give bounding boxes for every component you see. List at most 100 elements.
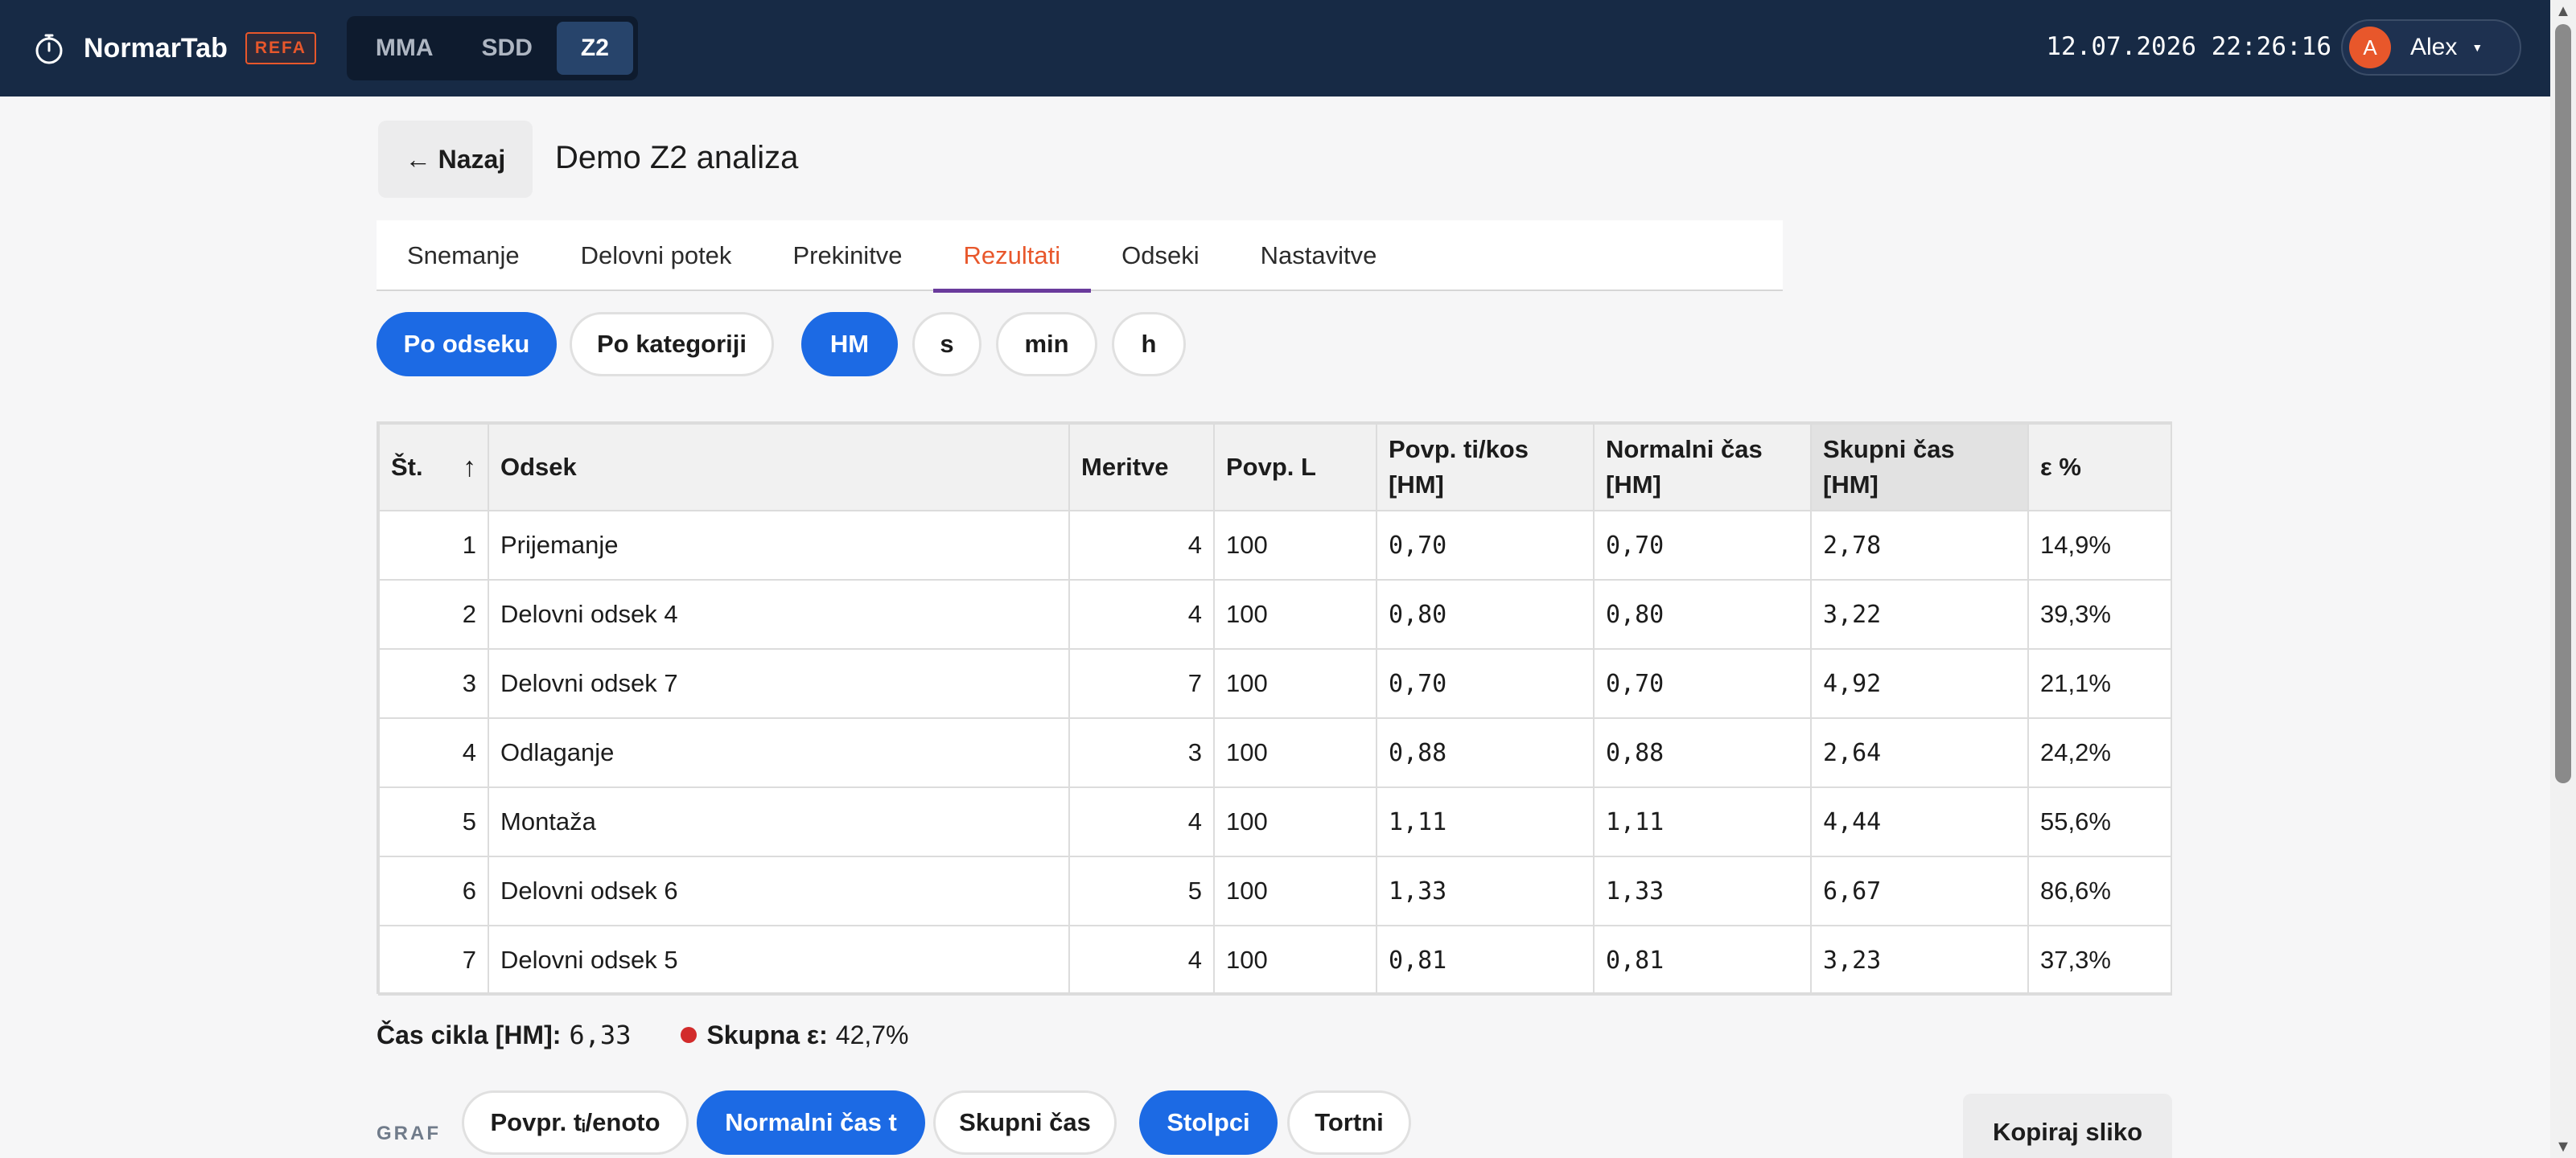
table-row[interactable]: 6 Delovni odsek 6 5 100 1,33 1,33 6,67 86,6% xyxy=(378,856,2172,926)
graph-metric-normal-button[interactable]: Normalni čas t xyxy=(697,1090,925,1155)
avatar: A xyxy=(2349,27,2391,68)
view-by-section-button[interactable]: Po odseku xyxy=(377,312,557,376)
cell-measurements: 4 xyxy=(1068,925,1215,996)
back-button[interactable]: ← Nazaj xyxy=(378,121,533,198)
table-row[interactable]: 1 Prijemanje 4 100 0,70 0,70 2,78 14,9% xyxy=(378,510,2172,581)
cell-avg-ti: 1,11 xyxy=(1376,786,1595,857)
cell-num: 2 xyxy=(378,579,489,650)
group-eps-label: Skupna ε: xyxy=(706,1020,828,1049)
view-by-category-button[interactable]: Po kategoriji xyxy=(570,312,774,376)
col-header-section[interactable]: Odsek xyxy=(488,423,1070,511)
cycle-time-value: 6,33 xyxy=(569,1020,632,1050)
cell-num: 5 xyxy=(378,786,489,857)
col-header-normal[interactable]: Normalni čas [HM] xyxy=(1593,423,1812,511)
top-bar: NormarTab REFA MMA SDD Z2 12.07.2026 22:… xyxy=(0,0,2550,96)
tab-rezultati[interactable]: Rezultati xyxy=(932,220,1092,293)
mode-sdd[interactable]: SDD xyxy=(458,22,557,75)
cell-num: 4 xyxy=(378,717,489,788)
cell-eps: 39,3% xyxy=(2027,579,2172,650)
cell-num: 7 xyxy=(378,925,489,996)
cell-avg-l: 100 xyxy=(1213,856,1377,926)
cell-eps: 37,3% xyxy=(2027,925,2172,996)
caret-down-icon: ▼ xyxy=(2471,41,2483,54)
cell-eps: 21,1% xyxy=(2027,648,2172,719)
unit-s-button[interactable]: s xyxy=(912,312,981,376)
cell-avg-l: 100 xyxy=(1213,786,1377,857)
col-header-avg-l[interactable]: Povp. L xyxy=(1213,423,1377,511)
mode-z2[interactable]: Z2 xyxy=(556,22,633,75)
cell-section: Odlaganje xyxy=(488,717,1070,788)
tab-snemanje[interactable]: Snemanje xyxy=(377,220,550,291)
cell-normal: 1,11 xyxy=(1593,786,1812,857)
unit-hm-button[interactable]: HM xyxy=(801,312,898,376)
cell-avg-l: 100 xyxy=(1213,579,1377,650)
cell-section: Delovni odsek 6 xyxy=(488,856,1070,926)
mode-switcher: MMA SDD Z2 xyxy=(346,16,638,80)
cell-avg-l: 100 xyxy=(1213,717,1377,788)
cell-avg-ti: 0,88 xyxy=(1376,717,1595,788)
table-row[interactable]: 4 Odlaganje 3 100 0,88 0,88 2,64 24,2% xyxy=(378,717,2172,788)
stopwatch-icon xyxy=(35,34,63,64)
col-avg-ti-label: Povp. ti/kos xyxy=(1389,435,1529,463)
summary-line: Čas cikla [HM]: 6,33 Skupna ε: 42,7% xyxy=(377,1020,909,1050)
col-header-avg-ti[interactable]: Povp. ti/kos [HM] xyxy=(1376,423,1595,511)
cell-eps: 24,2% xyxy=(2027,717,2172,788)
scrollbar-thumb[interactable] xyxy=(2555,24,2571,783)
cell-normal: 0,70 xyxy=(1593,648,1812,719)
graph-type-pie-button[interactable]: Tortni xyxy=(1287,1090,1411,1155)
cell-avg-l: 100 xyxy=(1213,510,1377,581)
graph-type-bars-button[interactable]: Stolpci xyxy=(1139,1090,1278,1155)
cell-avg-ti: 0,80 xyxy=(1376,579,1595,650)
col-normal-unit: [HM] xyxy=(1606,470,1661,499)
scroll-down-arrow-icon[interactable]: ▼ xyxy=(2550,1135,2576,1158)
sort-ascending-icon[interactable]: ↑ xyxy=(463,450,476,485)
cell-measurements: 5 xyxy=(1068,856,1215,926)
unit-h-button[interactable]: h xyxy=(1112,312,1186,376)
user-menu[interactable]: A Alex ▼ xyxy=(2341,19,2521,76)
graph-metric-total-button[interactable]: Skupni čas xyxy=(933,1090,1117,1155)
scroll-up-arrow-icon[interactable]: ▲ xyxy=(2550,0,2576,23)
col-header-total[interactable]: Skupni čas [HM] xyxy=(1810,423,2029,511)
brand[interactable]: NormarTab REFA xyxy=(32,31,316,65)
graph-metric-avg-button[interactable]: Povpr. tᵢ/enoto xyxy=(462,1090,689,1155)
cell-normal: 0,88 xyxy=(1593,717,1812,788)
graph-section-label: GRAF xyxy=(377,1123,441,1144)
cell-section: Prijemanje xyxy=(488,510,1070,581)
table-row[interactable]: 3 Delovni odsek 7 7 100 0,70 0,70 4,92 21,1% xyxy=(378,648,2172,719)
table-row[interactable]: 2 Delovni odsek 4 4 100 0,80 0,80 3,22 39,3% xyxy=(378,579,2172,650)
cell-avg-ti: 0,70 xyxy=(1376,648,1595,719)
tab-prekinitve[interactable]: Prekinitve xyxy=(762,220,932,291)
page-title: Demo Z2 analiza xyxy=(555,140,799,175)
col-header-num[interactable]: Št. ↑ xyxy=(378,423,489,511)
cell-avg-l: 100 xyxy=(1213,648,1377,719)
cell-total: 3,23 xyxy=(1810,925,2029,996)
cell-num: 3 xyxy=(378,648,489,719)
cell-eps: 55,6% xyxy=(2027,786,2172,857)
tab-odseki[interactable]: Odseki xyxy=(1091,220,1229,291)
cell-section: Delovni odsek 4 xyxy=(488,579,1070,650)
cell-total: 2,78 xyxy=(1810,510,2029,581)
cell-normal: 0,80 xyxy=(1593,579,1812,650)
mode-mma[interactable]: MMA xyxy=(352,22,458,75)
col-avg-ti-unit: [HM] xyxy=(1389,470,1444,499)
cell-eps: 14,9% xyxy=(2027,510,2172,581)
cell-normal: 1,33 xyxy=(1593,856,1812,926)
copy-image-button[interactable]: Kopiraj sliko xyxy=(1963,1094,2172,1158)
cell-total: 3,22 xyxy=(1810,579,2029,650)
refa-badge: REFA xyxy=(245,32,316,64)
cell-total: 6,67 xyxy=(1810,856,2029,926)
page-scrollbar[interactable]: ▲ ▼ xyxy=(2550,0,2576,1158)
col-header-measurements[interactable]: Meritve xyxy=(1068,423,1215,511)
cell-avg-ti: 0,81 xyxy=(1376,925,1595,996)
unit-min-button[interactable]: min xyxy=(996,312,1097,376)
tab-nastavitve[interactable]: Nastavitve xyxy=(1230,220,1408,291)
cell-normal: 0,70 xyxy=(1593,510,1812,581)
results-table: Št. ↑ Odsek Meritve Povp. L Povp. ti/kos [… xyxy=(377,421,2172,996)
tab-delovni-potek[interactable]: Delovni potek xyxy=(550,220,763,291)
col-num-label: Št. xyxy=(391,453,423,481)
cell-section: Montaža xyxy=(488,786,1070,857)
table-row[interactable]: 7 Delovni odsek 5 4 100 0,81 0,81 3,23 37,3% xyxy=(378,925,2172,996)
col-header-eps[interactable]: ε % xyxy=(2027,423,2172,511)
cell-measurements: 7 xyxy=(1068,648,1215,719)
table-row[interactable]: 5 Montaža 4 100 1,11 1,11 4,44 55,6% xyxy=(378,786,2172,857)
